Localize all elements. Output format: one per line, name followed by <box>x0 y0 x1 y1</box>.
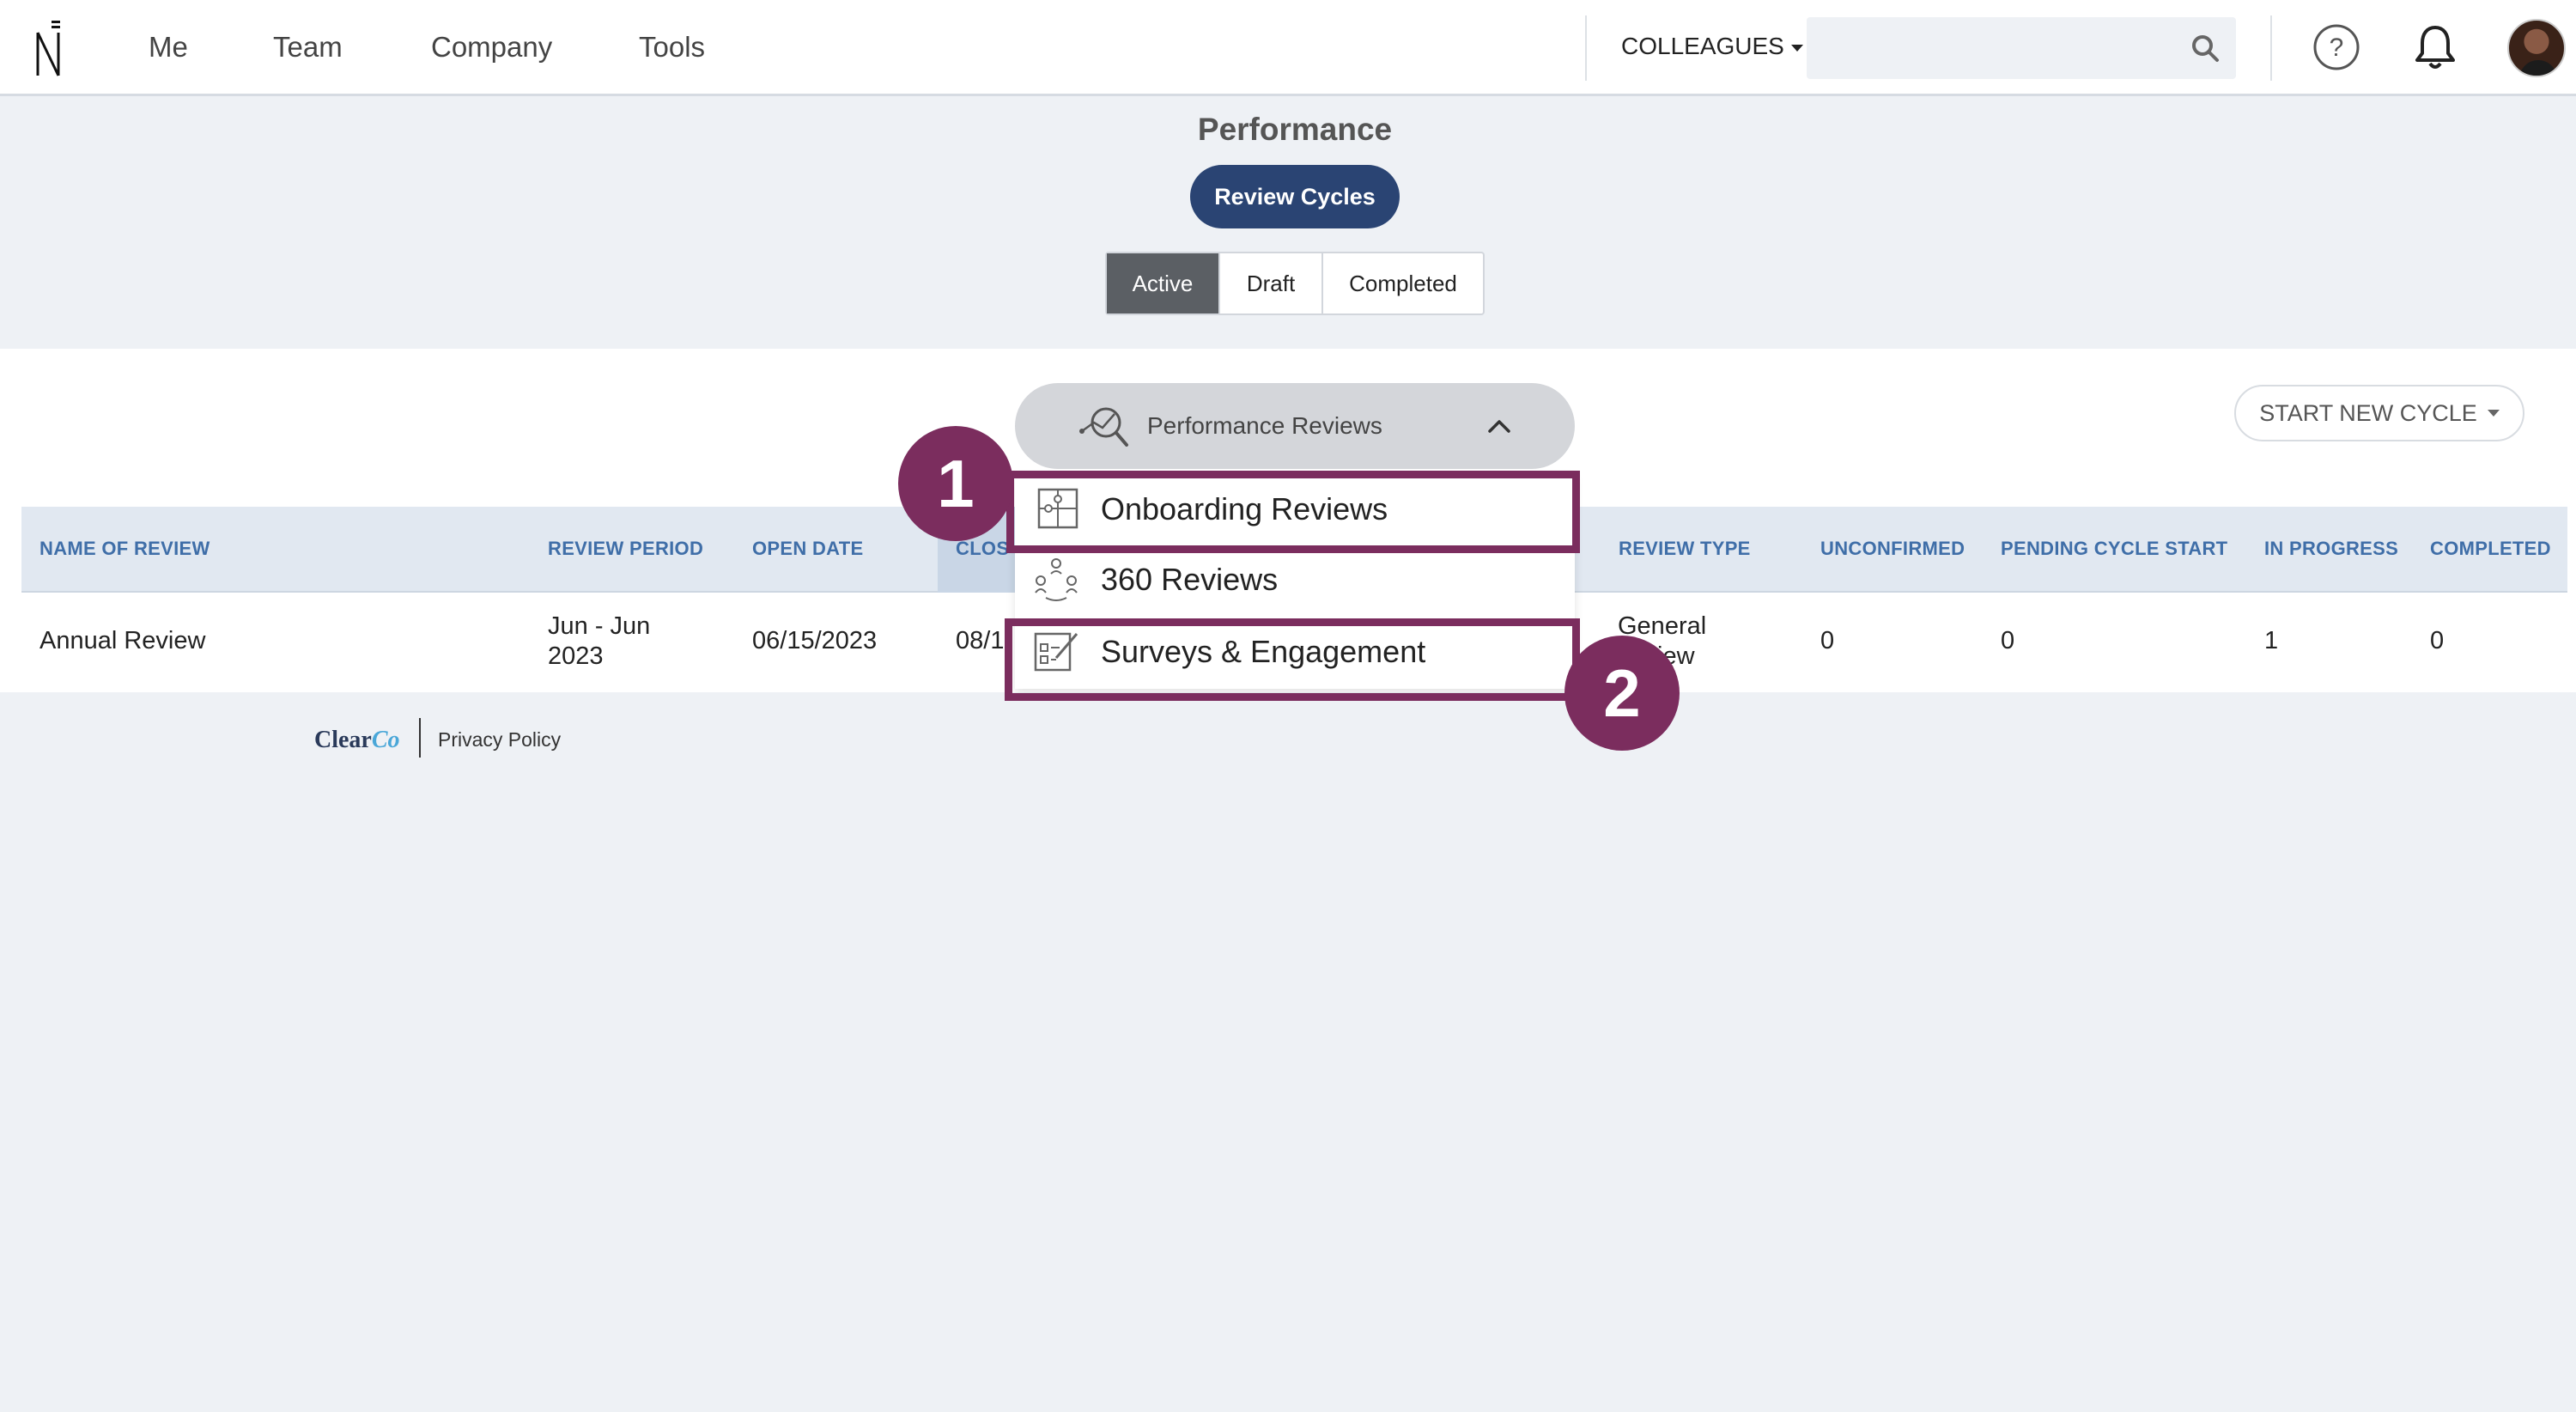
caret-down-icon <box>1790 44 1803 52</box>
menu-item-onboarding-reviews[interactable]: Onboarding Reviews <box>1015 474 1575 545</box>
puzzle-icon <box>1037 488 1078 529</box>
cell-close-date: 08/1 <box>956 627 1005 654</box>
cell-period-line1: Jun - Jun <box>548 612 651 640</box>
col-completed[interactable]: COMPLETED <box>2430 538 2551 560</box>
col-review-period[interactable]: REVIEW PERIOD <box>548 538 703 560</box>
nav-link-company[interactable]: Company <box>431 31 552 64</box>
colleagues-label: COLLEAGUES <box>1621 33 1784 59</box>
help-icon[interactable]: ? <box>2312 22 2361 72</box>
col-name-of-review[interactable]: NAME OF REVIEW <box>39 538 210 560</box>
caret-down-icon <box>2487 410 2500 417</box>
callout-badge-2: 2 <box>1564 636 1680 751</box>
search-icon[interactable] <box>2190 33 2221 64</box>
360-people-icon <box>1035 558 1078 601</box>
start-new-cycle-button[interactable]: START NEW CYCLE <box>2234 385 2524 441</box>
cell-period-line2: 2023 <box>548 642 604 670</box>
performance-search-icon <box>1079 407 1128 447</box>
page-title: Performance <box>1197 112 1393 147</box>
col-open-date[interactable]: OPEN DATE <box>752 538 863 560</box>
review-type-dropdown[interactable]: Performance Reviews <box>1015 383 1575 469</box>
nav-link-tools[interactable]: Tools <box>639 31 705 64</box>
col-pending-cycle-start[interactable]: PENDING CYCLE START <box>2001 538 2227 560</box>
colleagues-dropdown[interactable]: COLLEAGUES <box>1621 33 1803 60</box>
notification-bell-icon[interactable] <box>2410 22 2460 72</box>
callout-badge-1: 1 <box>898 426 1013 541</box>
svg-text:?: ? <box>2330 33 2344 62</box>
col-unconfirmed[interactable]: UNCONFIRMED <box>1820 538 1965 560</box>
search-box <box>1807 17 2236 79</box>
top-navigation: Me Team Company Tools COLLEAGUES ? <box>0 0 2576 96</box>
nav-divider <box>2270 15 2272 81</box>
cell-pending: 0 <box>2001 627 2015 654</box>
nav-divider <box>1585 15 1587 81</box>
logo-text-part1: Clear <box>314 727 372 753</box>
review-cycles-button[interactable]: Review Cycles <box>1190 165 1400 228</box>
tab-draft[interactable]: Draft <box>1220 253 1323 313</box>
tab-completed[interactable]: Completed <box>1323 253 1483 313</box>
menu-item-surveys-engagement[interactable]: Surveys & Engagement <box>1015 617 1575 687</box>
review-type-selected: Performance Reviews <box>1147 412 1382 439</box>
menu-item-label: 360 Reviews <box>1101 562 1279 597</box>
nav-link-me[interactable]: Me <box>149 31 188 64</box>
nav-link-team[interactable]: Team <box>273 31 343 64</box>
logo-text-part2: Co <box>371 727 400 753</box>
menu-item-label: Onboarding Reviews <box>1101 491 1388 526</box>
cell-open-date: 06/15/2023 <box>752 627 878 654</box>
survey-edit-icon <box>1034 632 1078 672</box>
cell-unconfirmed: 0 <box>1820 627 1835 654</box>
col-review-type[interactable]: REVIEW TYPE <box>1619 538 1751 560</box>
cell-in-progress: 1 <box>2264 627 2279 654</box>
search-input[interactable] <box>1807 17 2236 79</box>
col-close-date: CLOS <box>956 538 1010 559</box>
tab-active[interactable]: Active <box>1107 253 1220 313</box>
cell-name: Annual Review <box>39 627 206 654</box>
review-type-menu: Onboarding Reviews 360 Reviews Surveys &… <box>1015 474 1575 689</box>
cell-completed: 0 <box>2430 627 2445 654</box>
chevron-up-icon <box>1488 420 1510 433</box>
user-avatar[interactable] <box>2507 19 2566 77</box>
app-logo-icon[interactable] <box>33 19 70 79</box>
start-new-cycle-label: START NEW CYCLE <box>2259 399 2477 426</box>
col-in-progress[interactable]: IN PROGRESS <box>2264 538 2398 560</box>
clearco-logo: ClearCo <box>314 727 400 754</box>
menu-item-label: Surveys & Engagement <box>1101 634 1426 669</box>
status-tabs: Active Draft Completed <box>1105 252 1485 315</box>
menu-item-360-reviews[interactable]: 360 Reviews <box>1015 545 1575 615</box>
privacy-policy-link[interactable]: Privacy Policy <box>438 728 561 752</box>
footer-divider <box>419 718 421 758</box>
